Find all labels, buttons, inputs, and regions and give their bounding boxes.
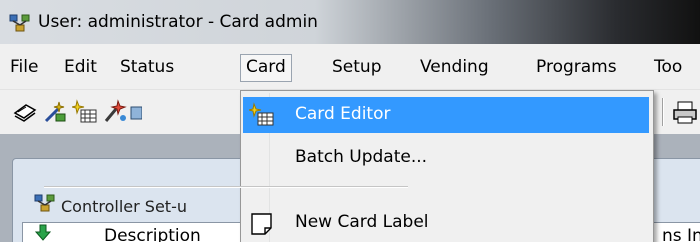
toolbar-separator bbox=[662, 98, 664, 126]
menu-item-label: Card Editor bbox=[295, 104, 391, 124]
network-app-icon bbox=[9, 14, 30, 32]
menu-bar: File Edit Status Card Setup Vending Prog… bbox=[0, 44, 700, 90]
card-stack-icon[interactable] bbox=[12, 99, 38, 125]
title-bar: User: administrator - Card admin bbox=[0, 0, 700, 44]
toolbar-partial-icon[interactable] bbox=[130, 99, 142, 125]
window-title: User: administrator - Card admin bbox=[38, 12, 318, 32]
wand-card-icon[interactable] bbox=[42, 99, 68, 125]
menu-vending[interactable]: Vending bbox=[420, 55, 489, 81]
arrow-down-icon bbox=[35, 224, 52, 241]
menu-programs[interactable]: Programs bbox=[536, 55, 617, 81]
menu-item-batch-update[interactable]: Batch Update... bbox=[243, 140, 649, 176]
label-icon bbox=[251, 213, 272, 235]
menu-status[interactable]: Status bbox=[120, 55, 174, 81]
network-app-icon bbox=[34, 194, 55, 212]
menu-setup[interactable]: Setup bbox=[332, 55, 381, 81]
menu-separator bbox=[44, 186, 408, 188]
child-window-title: Controller Set-u bbox=[61, 197, 187, 216]
printer-icon[interactable] bbox=[672, 99, 698, 125]
menu-item-label: New Card Label bbox=[295, 212, 429, 232]
menu-edit[interactable]: Edit bbox=[64, 55, 97, 81]
new-card-icon[interactable] bbox=[72, 99, 98, 125]
menu-card[interactable]: Card bbox=[240, 54, 292, 82]
column-header-partial[interactable]: ns Inf bbox=[662, 226, 700, 242]
menu-item-card-editor[interactable]: Card Editor bbox=[243, 97, 649, 133]
menu-tools[interactable]: Too bbox=[654, 55, 682, 81]
menu-item-label: Batch Update... bbox=[295, 147, 428, 167]
card-editor-icon bbox=[249, 102, 274, 126]
wizard-icon[interactable] bbox=[102, 99, 128, 125]
menu-file[interactable]: File bbox=[10, 55, 38, 81]
menu-item-new-card-label[interactable]: New Card Label bbox=[243, 205, 649, 241]
column-header-description[interactable]: Description bbox=[104, 226, 201, 242]
